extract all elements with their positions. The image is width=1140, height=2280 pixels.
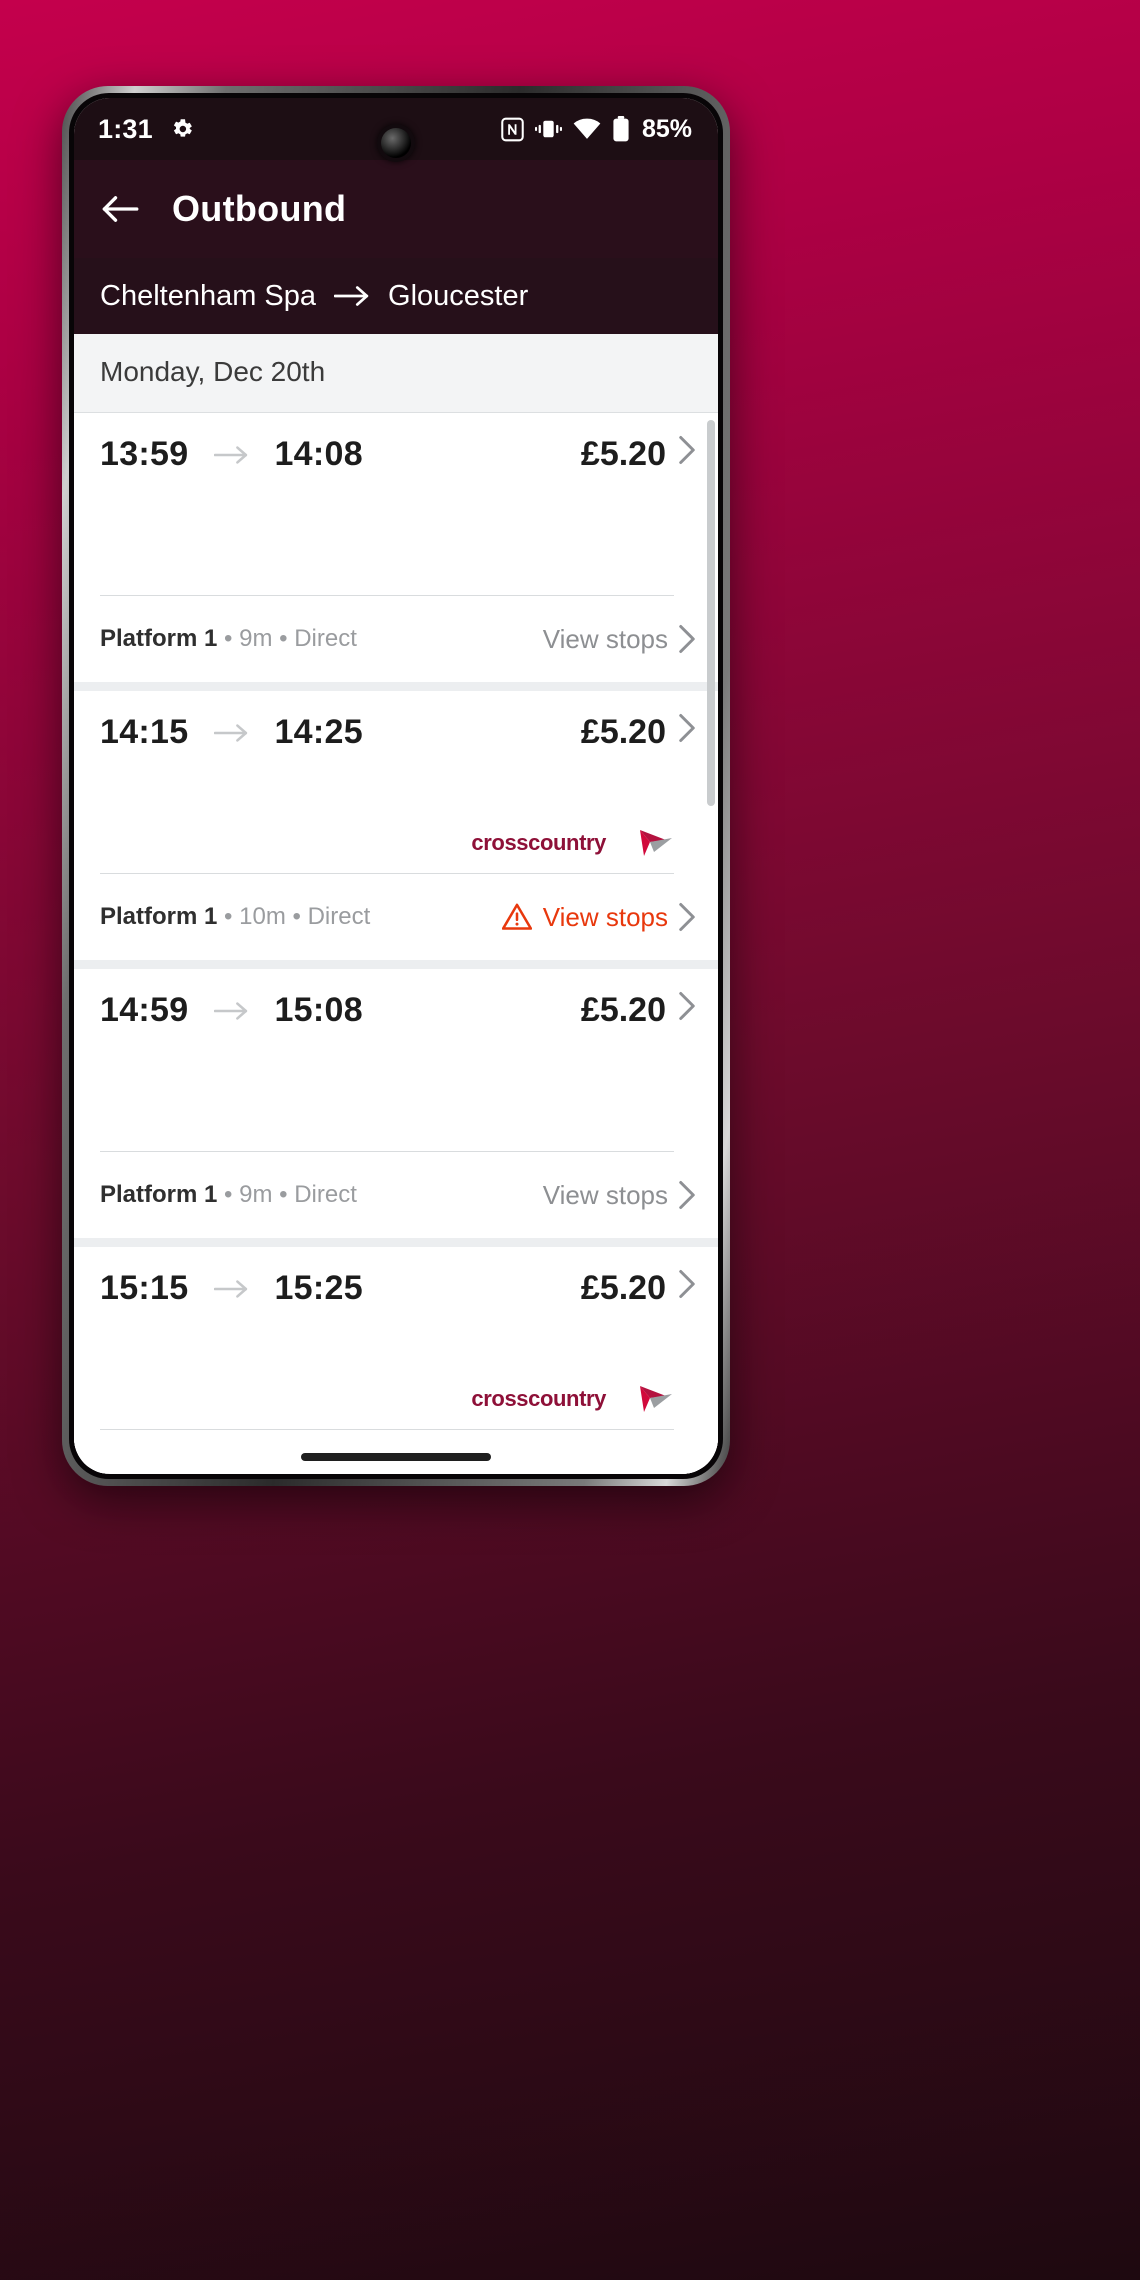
arrow-right-icon	[214, 713, 248, 743]
status-bar-left: 1:31	[98, 114, 195, 145]
vibrate-icon	[534, 117, 562, 141]
changes-label: Direct	[294, 1181, 357, 1208]
arrow-right-icon	[214, 991, 248, 1021]
chevron-right-icon[interactable]	[678, 624, 696, 654]
meta-sep-1: •	[224, 1181, 233, 1208]
journey-times-row[interactable]: 15:15 15:25 £5.20	[74, 1247, 718, 1369]
changes-label: Direct	[307, 903, 371, 930]
operator-logo-row: crosscountry	[74, 1369, 718, 1429]
meta-sep-2: •	[279, 1181, 288, 1208]
view-stops-label: View stops	[542, 901, 668, 932]
view-stops-label: View stops	[542, 623, 668, 654]
arrival-time: 14:25	[274, 713, 363, 751]
crosscountry-logo: crosscountry	[471, 826, 674, 860]
journey-details-row[interactable]: Platform 1 • 10m • Direct View stops	[74, 874, 718, 960]
platform-label: Platform 1	[100, 625, 218, 652]
journey-price: £5.20	[580, 1269, 666, 1307]
gesture-bar-area	[74, 1440, 718, 1474]
departure-time: 14:15	[100, 713, 189, 751]
journey-row[interactable]: 14:59 15:08 £5.20 Platform 1 • 9m • Direct V…	[74, 969, 718, 1247]
journey-price: £5.20	[580, 991, 666, 1029]
battery-percent: 85%	[641, 114, 692, 143]
operator-logo-row	[74, 1091, 718, 1151]
view-stops-link[interactable]: View stops	[501, 901, 668, 933]
chevron-right-icon[interactable]	[678, 1180, 696, 1210]
chevron-right-icon[interactable]	[678, 902, 696, 932]
home-gesture-bar[interactable]	[301, 1453, 491, 1461]
journey-times-row[interactable]: 14:15 14:25 £5.20	[74, 691, 718, 813]
journey-row[interactable]: 13:59 14:08 £5.20 Platform 1 • 9m • Direct V…	[74, 413, 718, 691]
phone-screen: 1:31 85% Outbound Cheltenham Spa Glouces…	[74, 98, 718, 1474]
journey-price: £5.20	[580, 435, 666, 473]
chevron-right-icon[interactable]	[678, 435, 696, 465]
scrollbar[interactable]	[707, 420, 715, 806]
battery-icon	[612, 116, 630, 142]
back-arrow-icon[interactable]	[98, 187, 142, 231]
journey-meta: Platform 1 • 10m • Direct	[100, 903, 370, 931]
status-bar: 1:31 85%	[74, 98, 718, 160]
view-stops-label: View stops	[542, 1179, 668, 1210]
departure-time: 15:15	[100, 1269, 189, 1307]
operator-logo-row: crosscountry	[74, 813, 718, 873]
arrow-right-icon	[214, 435, 248, 465]
journey-row[interactable]: 14:15 14:25 £5.20 crosscountry Platform 1 • …	[74, 691, 718, 969]
date-header: Monday, Dec 20th	[74, 334, 718, 413]
arrival-time: 15:08	[274, 991, 363, 1029]
warning-triangle-icon	[501, 903, 532, 931]
meta-sep-1: •	[224, 625, 233, 652]
journey-details-row[interactable]: Platform 1 • 9m • Direct View stops	[74, 596, 718, 682]
wifi-icon	[573, 118, 601, 140]
chevron-right-icon[interactable]	[678, 991, 696, 1021]
journey-times-row[interactable]: 14:59 15:08 £5.20	[74, 969, 718, 1091]
journey-price: £5.20	[580, 713, 666, 751]
changes-label: Direct	[294, 625, 357, 652]
journey-price-group[interactable]: £5.20	[581, 713, 696, 752]
journey-price-group[interactable]: £5.20	[581, 1269, 696, 1308]
nfc-icon	[501, 117, 524, 142]
status-clock: 1:31	[98, 113, 153, 144]
gear-icon	[169, 116, 195, 142]
journey-rows-container: 13:59 14:08 £5.20 Platform 1 • 9m • Direct V…	[74, 413, 718, 1474]
journey-price-group[interactable]: £5.20	[581, 435, 696, 474]
route-destination: Gloucester	[388, 279, 529, 312]
chevron-right-icon[interactable]	[678, 1269, 696, 1299]
duration-label: 9m	[239, 625, 273, 652]
journey-meta: Platform 1 • 9m • Direct	[100, 1181, 357, 1209]
arrow-right-icon	[214, 1269, 248, 1299]
front-camera	[381, 128, 411, 158]
operator-logo-row	[74, 535, 718, 595]
phone-device: 1:31 85% Outbound Cheltenham Spa Glouces…	[62, 86, 730, 1486]
arrival-time: 14:08	[274, 435, 363, 473]
journey-meta: Platform 1 • 9m • Direct	[100, 625, 357, 653]
journey-price-group[interactable]: £5.20	[581, 991, 696, 1030]
departure-time: 13:59	[100, 435, 189, 473]
crosscountry-logo: crosscountry	[471, 1382, 674, 1416]
platform-label: Platform 1	[100, 1181, 218, 1208]
arrival-time: 15:25	[274, 1269, 363, 1307]
phone-bezel: 1:31 85% Outbound Cheltenham Spa Glouces…	[69, 93, 723, 1479]
duration-label: 9m	[239, 1181, 273, 1208]
meta-sep-1: •	[224, 903, 233, 930]
meta-sep-2: •	[292, 903, 301, 930]
platform-label: Platform 1	[100, 903, 218, 930]
page-title: Outbound	[172, 188, 347, 229]
journey-details-row[interactable]: Platform 1 • 9m • Direct View stops	[74, 1152, 718, 1238]
route-bar: Cheltenham Spa Gloucester	[74, 258, 718, 334]
app-bar: Outbound	[74, 160, 718, 258]
view-stops-link[interactable]: View stops	[543, 624, 668, 655]
chevron-right-icon[interactable]	[678, 713, 696, 743]
route-origin: Cheltenham Spa	[100, 279, 317, 312]
departure-time: 14:59	[100, 991, 189, 1029]
view-stops-link[interactable]: View stops	[543, 1180, 668, 1211]
meta-sep-2: •	[279, 625, 288, 652]
arrow-right-icon	[334, 285, 370, 307]
duration-label: 10m	[239, 903, 286, 930]
journey-list[interactable]: Monday, Dec 20th 13:59 14:08 £5.20 Platform…	[74, 334, 718, 1474]
status-bar-right: 85%	[501, 115, 692, 144]
journey-times-row[interactable]: 13:59 14:08 £5.20	[74, 413, 718, 535]
